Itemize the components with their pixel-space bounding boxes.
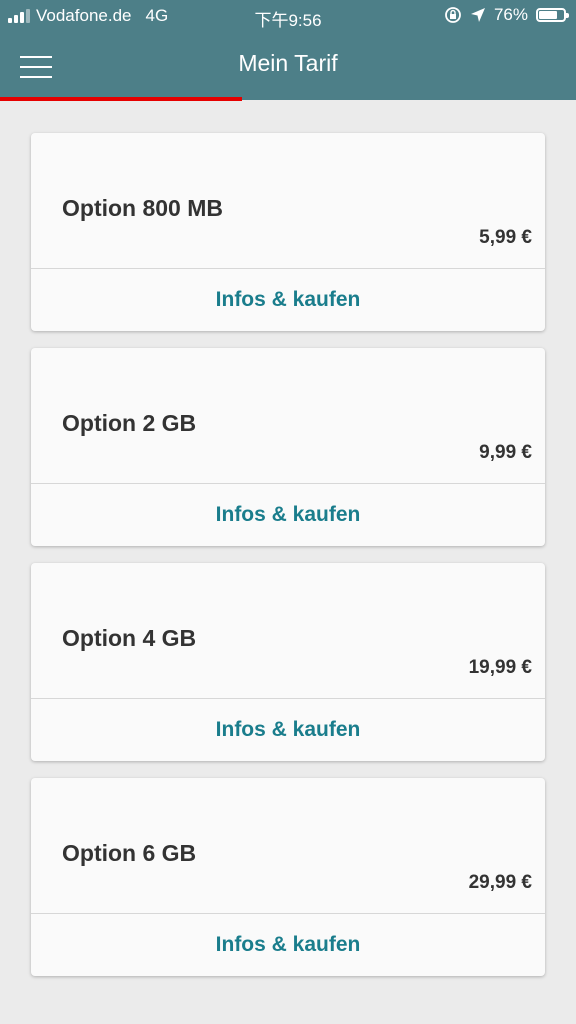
option-card: Option 2 GB 9,99 € Infos & kaufen (31, 348, 545, 546)
status-bar: Vodafone.de 4G 下午9:56 76% (0, 0, 576, 32)
battery-level (539, 11, 557, 19)
option-price: 29,99 € (468, 872, 532, 893)
option-name: Option 4 GB (62, 625, 197, 651)
option-name: Option 2 GB (62, 410, 197, 436)
status-right: 76% (444, 5, 569, 25)
rotation-lock-icon (445, 7, 461, 23)
battery-percent: 76% (493, 5, 528, 24)
infos-kaufen-button[interactable]: Infos & kaufen (31, 699, 545, 761)
option-name: Option 6 GB (62, 840, 197, 866)
option-price: 9,99 € (479, 442, 532, 463)
infos-kaufen-button[interactable]: Infos & kaufen (31, 914, 545, 976)
option-card: Option 800 MB 5,99 € Infos & kaufen (31, 133, 545, 331)
option-price: 19,99 € (468, 657, 532, 678)
option-card: Option 6 GB 29,99 € Infos & kaufen (31, 778, 545, 976)
battery-icon (536, 8, 569, 22)
option-price: 5,99 € (479, 227, 532, 248)
progress-indicator (0, 97, 242, 101)
app-header: Vodafone.de 4G 下午9:56 76% Mein Tarif (0, 0, 576, 101)
page-title: Mein Tarif (238, 50, 338, 76)
option-card: Option 4 GB 19,99 € Infos & kaufen (31, 563, 545, 761)
location-arrow-icon (470, 8, 485, 22)
infos-kaufen-button[interactable]: Infos & kaufen (31, 269, 545, 331)
infos-kaufen-button[interactable]: Infos & kaufen (31, 484, 545, 546)
option-name: Option 800 MB (62, 195, 224, 221)
